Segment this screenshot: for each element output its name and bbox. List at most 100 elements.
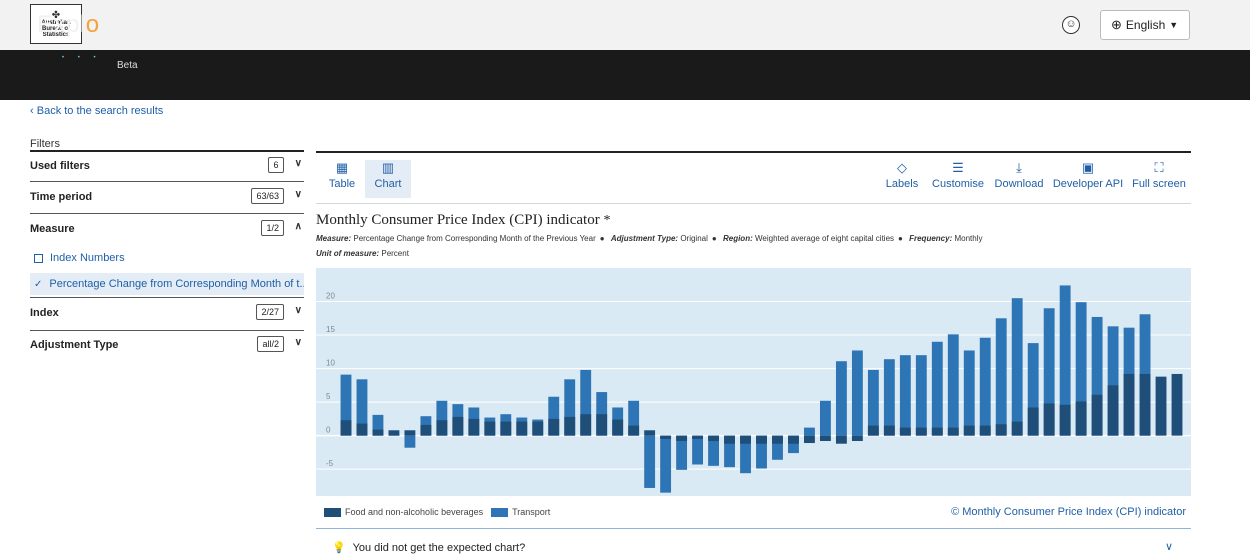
customise-button[interactable]: ☰ Customise [928,160,988,198]
bar-food[interactable] [915,427,927,436]
bar-transport[interactable] [883,359,895,436]
bar-food[interactable] [1075,401,1087,436]
bar-food[interactable] [516,421,528,436]
bar-food[interactable] [676,435,688,442]
legend-label-transport: Transport [512,507,551,517]
chart-copyright[interactable]: © Monthly Consumer Price Index (CPI) ind… [951,506,1186,518]
bar-transport[interactable] [979,337,991,436]
bar-transport[interactable] [995,318,1007,436]
bar-food[interactable] [1043,403,1055,436]
filter-adjustment-type[interactable]: Adjustment Type all/2 ∨ [30,331,304,359]
bar-food[interactable] [1027,407,1039,436]
bar-food[interactable] [372,429,384,436]
bar-food[interactable] [484,421,496,436]
bar-food[interactable] [452,416,464,436]
bar-food[interactable] [995,424,1007,436]
bar-food[interactable] [500,421,512,436]
bar-transport[interactable] [931,341,943,436]
bar-food[interactable] [692,435,704,439]
filter-measure[interactable]: Measure 1/2 ∧ [30,215,304,243]
labels-button[interactable]: ◇ Labels [880,160,924,198]
bar-food[interactable] [548,418,560,436]
y-tick-label: 15 [326,325,335,334]
bar-food[interactable] [468,418,480,436]
bar-food[interactable] [1011,421,1023,436]
bar-food[interactable] [644,430,656,436]
bar-food[interactable] [788,435,799,444]
bar-food[interactable] [1059,404,1071,436]
filter-time-period[interactable]: Time period 63/63 ∨ [30,183,304,211]
bar-food[interactable] [388,430,400,436]
measure-option-index-numbers[interactable]: Index Numbers [30,247,304,269]
explorer-brand[interactable]: Explorer [37,11,130,39]
bar-transport[interactable] [644,435,656,488]
bar-food[interactable] [756,435,767,444]
chevron-down-icon[interactable]: ∨ [1165,540,1173,553]
lightbulb-icon: 💡 [332,542,346,554]
chevron-up-icon: ∧ [294,221,302,232]
chart-help-text: You did not get the expected chart? [352,542,526,554]
bar-food[interactable] [851,435,863,442]
language-select[interactable]: ⊕ English ▼ [1100,10,1190,40]
bar-food[interactable] [819,435,831,442]
bar-food[interactable] [740,435,751,444]
bar-food[interactable] [1171,373,1183,436]
bar-transport[interactable] [963,350,975,436]
bar-food[interactable] [1107,385,1119,436]
bar-food[interactable] [612,419,624,436]
bar-transport[interactable] [819,400,831,436]
developer-api-button[interactable]: ▣ Developer API [1050,160,1126,198]
full-screen-button[interactable]: ⛶ Full screen [1130,160,1188,198]
chart-view-button[interactable]: ▥ Chart [365,160,411,198]
bar-food[interactable] [564,416,576,436]
language-label: English [1125,18,1166,32]
bar-transport[interactable] [915,355,927,436]
back-link[interactable]: ‹ Back to the search results [30,105,163,117]
bar-transport[interactable] [851,350,863,436]
bar-food[interactable] [1155,376,1167,436]
bar-food[interactable] [708,435,719,442]
bar-transport[interactable] [692,435,704,465]
bar-food[interactable] [596,414,608,436]
download-button[interactable]: ⤓ Download [992,160,1046,198]
bar-food[interactable] [436,420,448,436]
bar-food[interactable] [963,425,975,436]
bar-food[interactable] [947,427,959,436]
bar-food[interactable] [931,427,943,436]
bar-transport[interactable] [835,361,847,436]
bar-food[interactable] [356,423,368,436]
measure-option-percentage-change[interactable]: ✓ Percentage Change from Corresponding M… [30,273,304,295]
filter-used-filters[interactable]: Used filters 6 ∨ [30,152,304,180]
chart-metadata: Measure: Percentage Change from Correspo… [316,234,983,243]
bar-food[interactable] [1091,394,1103,436]
bar-food[interactable] [804,435,815,444]
bar-food[interactable] [340,420,352,436]
bar-food[interactable] [660,435,672,439]
filter-index[interactable]: Index 2/27 ∨ [30,299,304,327]
bar-food[interactable] [1139,373,1151,436]
bar-food[interactable] [420,424,432,436]
bar-transport[interactable] [947,334,959,436]
bar-transport[interactable] [804,427,815,436]
accessibility-icon[interactable]: ☺ [1062,16,1080,34]
bar-food[interactable] [772,435,783,444]
bar-food[interactable] [628,425,640,436]
bar-food[interactable] [580,414,592,436]
bar-transport[interactable] [899,355,911,436]
bar-food[interactable] [404,430,416,436]
bar-food[interactable] [883,425,895,436]
bar-food[interactable] [867,425,879,436]
legend-item-food[interactable]: Food and non-alcoholic beverages [324,507,483,517]
bar-food[interactable] [532,421,544,436]
bar-transport[interactable] [404,435,416,448]
bar-transport[interactable] [1011,298,1023,436]
chart-help-toggle[interactable]: 💡 You did not get the expected chart? [332,541,525,554]
bar-food[interactable] [899,427,911,436]
bar-food[interactable] [835,435,847,444]
legend-item-transport[interactable]: Transport [491,507,550,517]
table-view-button[interactable]: ▦ Table [322,160,362,198]
bar-transport[interactable] [660,435,672,493]
bar-food[interactable] [1123,373,1135,436]
bar-food[interactable] [979,425,991,436]
bar-food[interactable] [724,435,735,444]
